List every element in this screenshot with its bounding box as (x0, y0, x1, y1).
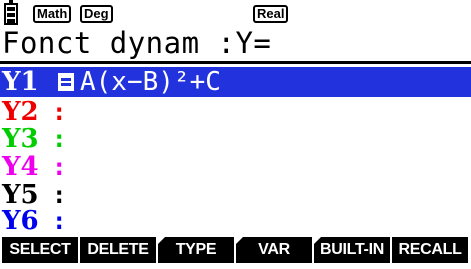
selected-equals-icon (58, 73, 74, 91)
complex-mode-indicator: Real (253, 5, 289, 23)
function-label: Y3 (2, 124, 39, 154)
battery-icon (4, 0, 18, 25)
function-row-y2[interactable]: Y2: (0, 97, 471, 127)
function-colon: : (52, 125, 67, 153)
function-colon: : (52, 153, 67, 181)
softkey-built-in[interactable]: BUILT-IN (314, 237, 390, 263)
calculator-screen: Math Deg Real Fonct dynam :Y= Y1 A(x−B)²+… (0, 0, 471, 269)
function-label: Y6 (2, 206, 39, 236)
function-label: Y2 (2, 97, 39, 127)
angle-mode-indicator: Deg (80, 5, 113, 23)
function-row-y6[interactable]: Y6: (0, 206, 471, 236)
softkey-delete[interactable]: DELETE (80, 237, 156, 263)
function-label: Y1 (2, 67, 39, 97)
softkey-bar: SELECT DELETE TYPE VAR BUILT-IN RECALL (0, 237, 471, 265)
softkey-select[interactable]: SELECT (2, 237, 78, 263)
softkey-type[interactable]: TYPE (158, 237, 234, 263)
math-mode-indicator: Math (33, 5, 72, 23)
function-row-y3[interactable]: Y3: (0, 124, 471, 154)
function-colon: : (52, 207, 67, 235)
title-divider (0, 61, 471, 64)
page-title: Fonct dynam :Y= (2, 26, 272, 60)
status-bar: Math Deg Real (0, 0, 471, 28)
function-colon: : (52, 98, 67, 126)
function-label: Y4 (2, 152, 39, 182)
function-expression[interactable]: A(x−B)²+C (80, 67, 221, 97)
function-row-y4[interactable]: Y4: (0, 152, 471, 182)
softkey-recall[interactable]: RECALL (392, 237, 468, 263)
function-row-y1[interactable]: Y1 A(x−B)²+C (0, 67, 471, 97)
softkey-var[interactable]: VAR (236, 237, 312, 263)
